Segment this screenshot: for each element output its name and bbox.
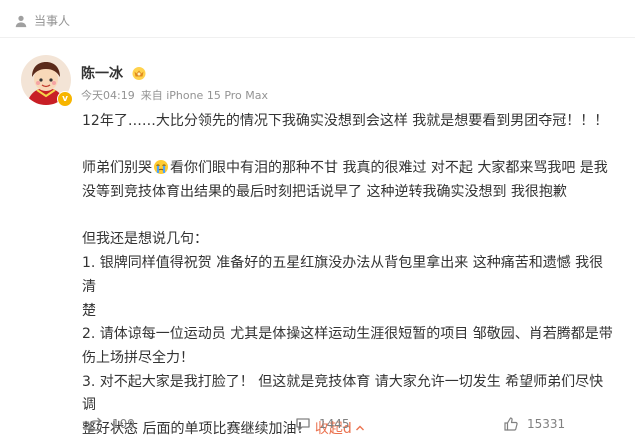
crying-emoji-icon [154, 160, 168, 175]
section-header-label: 当事人 [34, 14, 71, 28]
author-name[interactable]: 陈一冰 [81, 63, 123, 83]
user-icon [15, 15, 27, 27]
post-line: 楚 [82, 302, 96, 319]
comment-icon [296, 418, 310, 431]
post-line: 伤上场拼尽全力！ [82, 350, 194, 366]
post-meta: 今天04:19 来自 iPhone 15 Pro Max [81, 87, 268, 103]
divider [0, 37, 635, 38]
like-button[interactable]: 15331 [503, 416, 565, 432]
section-header: 当事人 [14, 12, 70, 29]
post-line: 2. 请体谅每一位运动员 尤其是体操这样运动生涯很短暂的项目 邹敬园、肖若腾都是… [82, 326, 613, 343]
comment-count: 1445 [319, 417, 350, 431]
post-line: 但我还是想说几句： [82, 231, 208, 248]
post-line-text: 看你们眼中有泪的那种不甘 我真的很难过 对不起 大家都来骂我吧 是我 [170, 160, 608, 177]
post-line: 12年了……大比分领先的情况下我确实没想到会这样 我就是想要看到男团夺冠！！！ [82, 113, 609, 129]
action-bar: 109 1445 15331 [0, 416, 635, 446]
comment-button[interactable]: 1445 [295, 416, 350, 432]
post-time[interactable]: 今天04:19 [81, 87, 135, 103]
crown-icon [132, 67, 146, 80]
share-icon [89, 417, 102, 431]
post-line: 1. 银牌同样值得祝贺 准备好的五星红旗没办法从背包里拿出来 这种痛苦和遗憾 我… [82, 255, 604, 295]
thumbs-up-icon [504, 417, 518, 431]
post-source: 来自 iPhone 15 Pro Max [140, 89, 269, 102]
share-button[interactable]: 109 [88, 416, 135, 432]
post-line: 师弟们别哭 看你们眼中有泪的那种不甘 我真的很难过 对不起 大家都来骂我吧 是我 [82, 157, 617, 181]
post-line: 没等到竞技体育出结果的最后时刻把话说早了 这种逆转我确实没想到 我很抱歉 [82, 184, 567, 201]
verified-badge-icon: v [57, 91, 73, 107]
like-count: 15331 [527, 417, 566, 431]
post-line-text: 师弟们别哭 [82, 160, 152, 177]
share-count: 109 [112, 417, 135, 431]
post-line: 3. 对不起大家是我打脸了！ 但这就是竞技体育 请大家允许一切发生 希望师弟们尽… [82, 373, 604, 414]
post-body: 12年了……大比分领先的情况下我确实没想到会这样 我就是想要看到男团夺冠！！！ … [82, 110, 617, 442]
